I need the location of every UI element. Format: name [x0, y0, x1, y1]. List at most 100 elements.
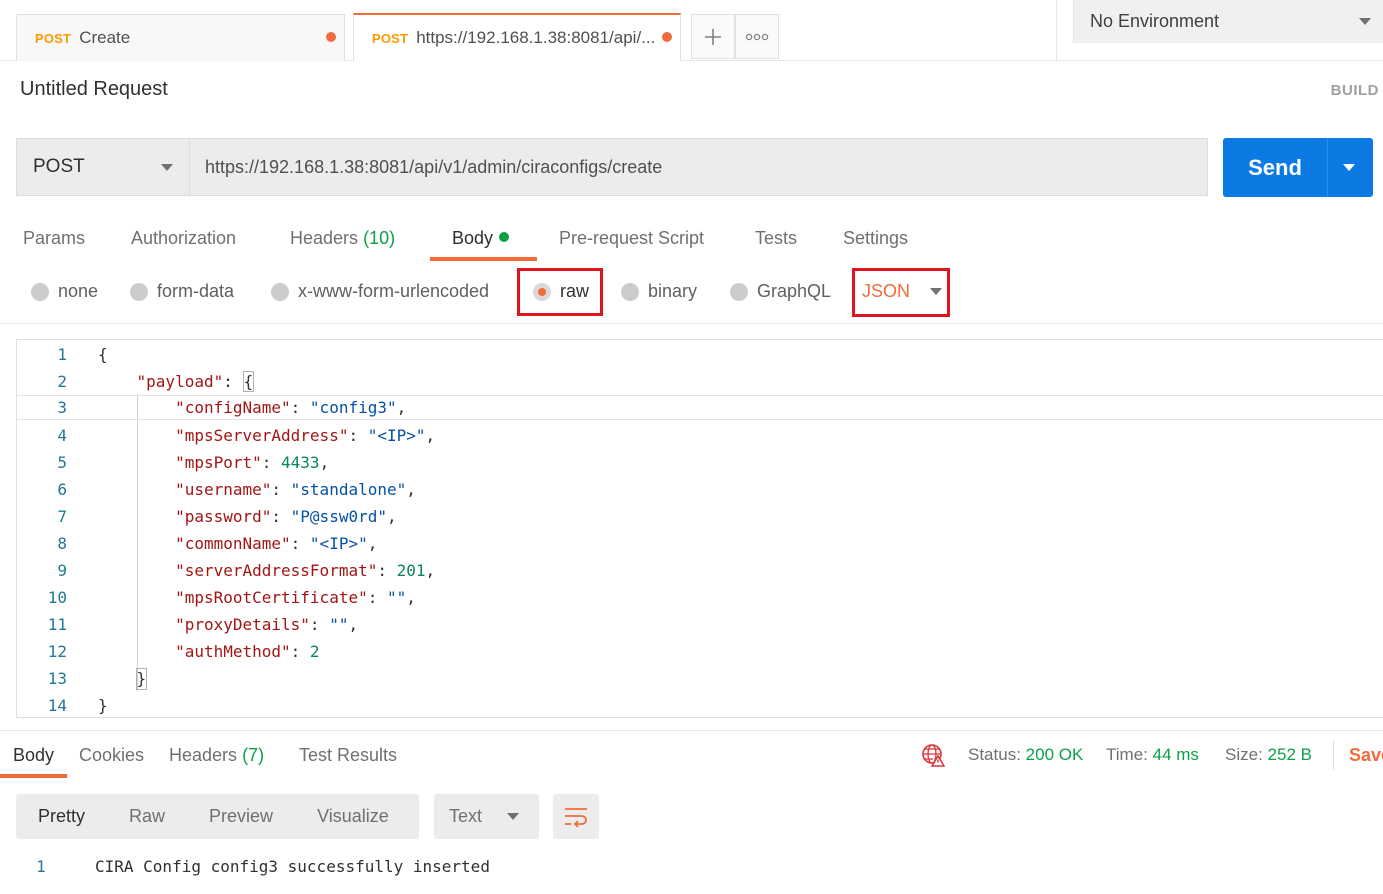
body-type-graphql-radio[interactable]: GraphQL	[730, 281, 831, 302]
unsaved-indicator-icon	[662, 32, 672, 42]
code-line[interactable]: 12 "authMethod": 2	[17, 638, 1383, 665]
response-tab-body[interactable]: Body	[13, 745, 54, 766]
line-number: 3	[57, 398, 67, 417]
json-key: "mpsPort"	[175, 453, 262, 472]
line-number: 13	[47, 669, 67, 688]
json-value: "<IP>"	[367, 426, 426, 445]
divider	[0, 730, 1383, 731]
json-value: "config3"	[309, 398, 397, 417]
http-method-select[interactable]: POST	[16, 138, 189, 196]
json-value: "<IP>"	[309, 534, 368, 553]
code-text: "commonName": "<IP>",	[175, 534, 378, 553]
code-line[interactable]: 8 "commonName": "<IP>",	[17, 530, 1383, 557]
code-line[interactable]: 1{	[17, 341, 1383, 368]
tab-label: Cookies	[79, 745, 145, 765]
code-text: "password": "P@ssw0rd",	[175, 507, 397, 526]
divider	[1056, 0, 1057, 61]
tab-label: Tests	[755, 228, 798, 248]
status-label: Status:	[968, 745, 1021, 764]
tab-label: Headers	[169, 745, 238, 765]
tab-prerequest-script[interactable]: Pre-request Script	[559, 228, 704, 249]
tab-tests[interactable]: Tests	[755, 228, 797, 249]
code-line[interactable]: 3 "configName": "config3",	[17, 395, 1383, 420]
code-line[interactable]: 11 "proxyDetails": "",	[17, 611, 1383, 638]
body-type-urlencoded-radio[interactable]: x-www-form-urlencoded	[271, 281, 489, 302]
response-tab-cookies[interactable]: Cookies	[79, 745, 144, 766]
code-text: "authMethod": 2	[175, 642, 320, 661]
json-value: "P@ssw0rd"	[290, 507, 387, 526]
radio-circle-icon	[130, 282, 148, 301]
response-headers-count: (7)	[242, 745, 265, 765]
tab-body[interactable]: Body	[452, 228, 510, 249]
response-tab-headers[interactable]: Headers (7)	[169, 745, 264, 766]
view-raw-button[interactable]: Raw	[107, 806, 187, 827]
url-input[interactable]: https://192.168.1.38:8081/api/v1/admin/c…	[189, 138, 1208, 196]
line-number: 9	[57, 561, 67, 580]
code-line[interactable]: 9 "serverAddressFormat": 201,	[17, 557, 1383, 584]
json-value: {	[242, 371, 255, 392]
json-key: "serverAddressFormat"	[175, 561, 378, 580]
code-text: "mpsServerAddress": "<IP>",	[175, 426, 436, 445]
request-tab-url[interactable]: POST https://192.168.1.38:8081/api/...	[353, 13, 681, 61]
save-response-button[interactable]: Save	[1349, 745, 1383, 766]
code-line[interactable]: 13 }	[17, 665, 1383, 692]
json-key: "payload"	[136, 372, 224, 391]
view-preview-button[interactable]: Preview	[187, 806, 295, 827]
json-key: "mpsServerAddress"	[175, 426, 349, 445]
body-set-indicator-icon	[499, 232, 510, 242]
tab-method-label: POST	[372, 30, 409, 46]
wrap-lines-button[interactable]	[553, 794, 599, 839]
radio-circle-icon	[271, 282, 289, 301]
line-number: 1	[36, 857, 46, 876]
response-body-line: 1 CIRA Config config3 successfully inser…	[0, 855, 700, 879]
wrap-lines-icon	[565, 807, 587, 828]
body-type-selector: none form-data x-www-form-urlencoded raw…	[0, 268, 1383, 324]
radio-circle-icon	[31, 282, 49, 301]
tab-headers[interactable]: Headers (10)	[290, 228, 395, 249]
tab-label: Settings	[843, 228, 909, 248]
body-type-none-radio[interactable]: none	[31, 281, 98, 302]
request-title[interactable]: Untitled Request	[20, 78, 168, 101]
code-line[interactable]: 6 "username": "standalone",	[17, 476, 1383, 503]
code-line[interactable]: 7 "password": "P@ssw0rd",	[17, 503, 1383, 530]
body-type-form-data-radio[interactable]: form-data	[130, 281, 234, 302]
unsaved-indicator-icon	[326, 32, 336, 42]
active-tab-indicator	[430, 257, 537, 261]
code-line[interactable]: 10 "mpsRootCertificate": "",	[17, 584, 1383, 611]
tab-label: Params	[23, 228, 86, 248]
tab-params[interactable]: Params	[23, 228, 85, 249]
code-line[interactable]: 2 "payload": {	[17, 368, 1383, 395]
environment-select[interactable]: No Environment	[1073, 0, 1383, 43]
tab-label: Headers	[290, 228, 359, 248]
chevron-down-icon	[161, 164, 173, 171]
active-tab-indicator	[0, 774, 67, 778]
json-value: 201	[396, 561, 426, 580]
build-mode-label[interactable]: BUILD	[1331, 82, 1379, 99]
format-value: Text	[449, 806, 483, 826]
view-visualize-button[interactable]: Visualize	[295, 806, 411, 827]
more-tabs-button[interactable]	[735, 14, 779, 59]
code-line[interactable]: 14}	[17, 692, 1383, 717]
tab-label: Pre-request Script	[559, 228, 705, 248]
http-method-value: POST	[33, 156, 85, 177]
code-line[interactable]: 4 "mpsServerAddress": "<IP>",	[17, 422, 1383, 449]
code-text: "mpsPort": 4433,	[175, 453, 330, 472]
view-pretty-button[interactable]: Pretty	[16, 806, 107, 827]
send-options-chevron-icon[interactable]	[1343, 164, 1355, 171]
request-tab-create[interactable]: POST Create	[16, 14, 345, 61]
tab-settings[interactable]: Settings	[843, 228, 908, 249]
new-tab-button[interactable]	[691, 14, 735, 59]
json-key: "authMethod"	[175, 642, 291, 661]
tab-label: Authorization	[131, 228, 237, 248]
response-tab-test-results[interactable]: Test Results	[299, 745, 397, 766]
request-body-editor[interactable]: 1{2 "payload": {3 "configName": "config3…	[16, 339, 1383, 718]
response-format-select[interactable]: Text	[434, 794, 539, 839]
code-line[interactable]: 5 "mpsPort": 4433,	[17, 449, 1383, 476]
radio-label: x-www-form-urlencoded	[298, 281, 490, 301]
body-type-binary-radio[interactable]: binary	[621, 281, 697, 302]
send-button[interactable]: Send	[1223, 138, 1373, 197]
globe-warning-icon[interactable]	[921, 743, 945, 767]
environment-label: No Environment	[1090, 11, 1220, 31]
tab-authorization[interactable]: Authorization	[131, 228, 236, 249]
json-key: "mpsRootCertificate"	[175, 588, 368, 607]
